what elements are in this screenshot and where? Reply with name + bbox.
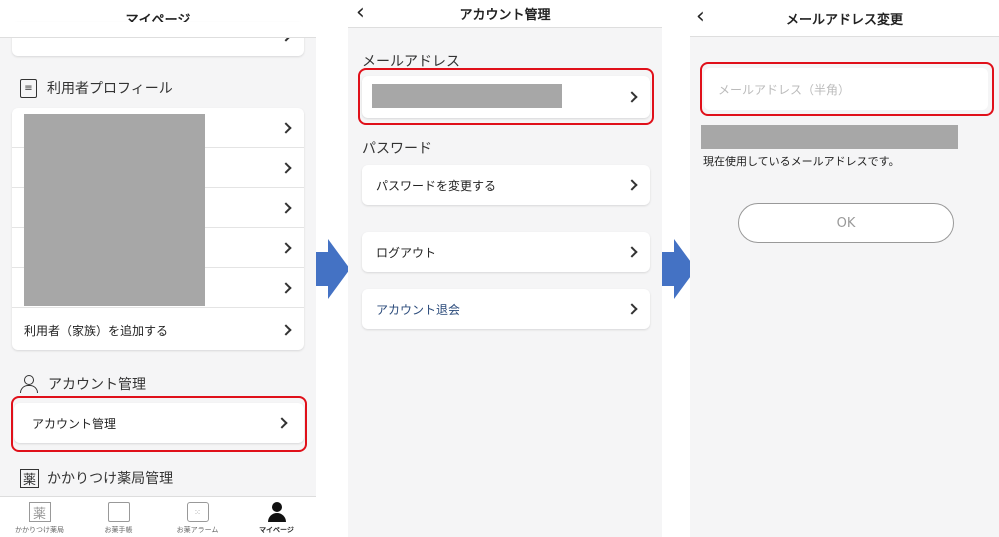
nav-mypage[interactable]: マイページ — [237, 497, 316, 537]
pharmacy-icon: 薬 — [20, 468, 39, 488]
back-chevron-icon[interactable]: ‹ — [696, 4, 705, 29]
section-label: かかりつけ薬局管理 — [47, 471, 174, 487]
topbar-overlap — [0, 22, 316, 38]
nav-medicine-alarm[interactable]: ⁙ お薬アラーム — [158, 497, 237, 537]
nav-medicine-book[interactable]: お薬手帳 — [79, 497, 158, 537]
top-bar: ‹ アカウント管理 — [348, 0, 662, 28]
chevron-right-icon — [626, 179, 638, 191]
chevron-right-icon — [280, 201, 292, 214]
chevron-right-icon — [280, 281, 292, 294]
withdraw-account-button[interactable]: アカウント退会 — [362, 289, 650, 329]
chevron-right-icon — [280, 324, 292, 336]
pharmacy-section-header: 薬 かかりつけ薬局管理 — [20, 468, 173, 488]
nav-label: マイページ — [259, 526, 294, 534]
screen-mypage: マイページ ≡ 利用者プロフィール 利用者（家族）を追加する アカウント管理 ア… — [0, 0, 316, 537]
account-section-header: アカウント管理 — [20, 374, 146, 394]
add-family-button[interactable]: 利用者（家族）を追加する — [12, 310, 304, 350]
top-bar: ‹ メールアドレス変更 — [690, 0, 999, 37]
withdraw-row: アカウント退会 — [362, 289, 650, 329]
highlight-account-item — [11, 396, 307, 452]
chevron-right-icon — [626, 303, 638, 315]
current-email-note: 現在使用しているメールアドレスです。 — [703, 155, 900, 168]
chevron-right-icon — [280, 241, 292, 254]
person-icon — [266, 502, 288, 522]
change-password-row: パスワードを変更する — [362, 165, 650, 205]
chevron-right-icon — [280, 161, 292, 174]
section-label: 利用者プロフィール — [47, 81, 173, 97]
chevron-right-icon — [626, 246, 638, 258]
flow-arrow-1-head — [328, 239, 350, 299]
book-icon — [107, 502, 130, 522]
nav-label: お薬アラーム — [176, 526, 219, 534]
password-section-header: パスワード — [362, 138, 432, 158]
highlight-email-input — [700, 62, 994, 116]
chevron-right-icon — [280, 121, 292, 134]
logout-row: ログアウト — [362, 232, 650, 272]
nav-label: かかりつけ薬局 — [14, 526, 65, 534]
bottom-nav: 薬 かかりつけ薬局 お薬手帳 ⁙ お薬アラーム マイページ — [0, 496, 316, 537]
person-outline-icon — [20, 375, 38, 393]
back-chevron-icon[interactable]: ‹ — [356, 0, 365, 25]
screen-account-management: ‹ アカウント管理 メールアドレス パスワード パスワードを変更する ログアウト… — [348, 0, 662, 537]
nav-pharmacy[interactable]: 薬 かかりつけ薬局 — [0, 497, 79, 537]
screen-email-change: ‹ メールアドレス変更 メールアドレス（半角） 現在使用しているメールアドレスで… — [690, 0, 999, 537]
pharmacy-icon: 薬 — [28, 502, 51, 522]
calendar-icon: ⁙ — [186, 502, 209, 522]
section-label: アカウント管理 — [48, 377, 146, 393]
profile-section-header: ≡ 利用者プロフィール — [20, 78, 173, 98]
nav-label: お薬手帳 — [104, 526, 133, 534]
add-family-label: 利用者（家族）を追加する — [24, 323, 169, 338]
page-title: アカウント管理 — [459, 8, 551, 23]
highlight-email-item — [358, 68, 654, 125]
section-label: パスワード — [362, 141, 432, 157]
ok-button[interactable]: OK — [738, 203, 954, 243]
logout-label: ログアウト — [376, 245, 437, 260]
redacted-current-email — [701, 125, 958, 149]
change-password-button[interactable]: パスワードを変更する — [362, 165, 650, 205]
profile-card-icon: ≡ — [20, 78, 37, 98]
change-password-label: パスワードを変更する — [376, 178, 497, 193]
redacted-profiles — [24, 114, 205, 306]
page-title: メールアドレス変更 — [785, 12, 903, 28]
withdraw-label: アカウント退会 — [376, 302, 461, 317]
logout-button[interactable]: ログアウト — [362, 232, 650, 272]
